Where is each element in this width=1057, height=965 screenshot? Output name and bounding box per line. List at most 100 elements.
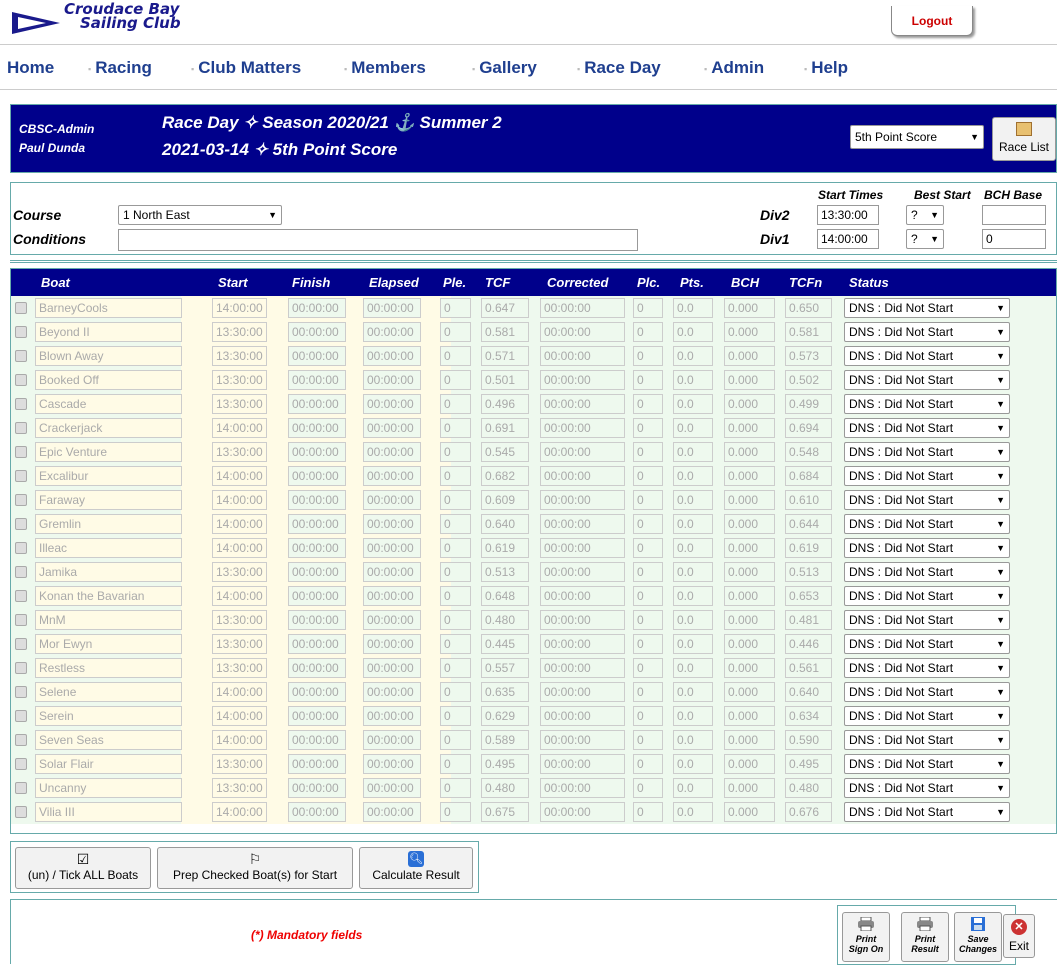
tcfn-input[interactable]: 0.495 (785, 754, 832, 774)
tcf-input[interactable]: 0.501 (481, 370, 529, 390)
bch-input[interactable]: 0.000 (724, 418, 775, 438)
finish-time-input[interactable]: 00:00:00 (288, 802, 346, 822)
start-time-input[interactable]: 13:30:00 (212, 370, 267, 390)
place-corrected-input[interactable]: 0 (633, 562, 663, 582)
tcf-input[interactable]: 0.635 (481, 682, 529, 702)
tcf-input[interactable]: 0.589 (481, 730, 529, 750)
points-input[interactable]: 0.0 (673, 802, 713, 822)
status-select[interactable]: DNS : Did Not Start ▼ (844, 322, 1010, 342)
tcfn-input[interactable]: 0.619 (785, 538, 832, 558)
points-input[interactable]: 0.0 (673, 322, 713, 342)
place-elapsed-input[interactable]: 0 (440, 370, 471, 390)
course-select[interactable]: 1 North East ▼ (118, 205, 282, 225)
tcfn-input[interactable]: 0.694 (785, 418, 832, 438)
finish-time-input[interactable]: 00:00:00 (288, 610, 346, 630)
boat-checkbox[interactable] (15, 734, 27, 746)
tcf-input[interactable]: 0.675 (481, 802, 529, 822)
tcf-input[interactable]: 0.629 (481, 706, 529, 726)
tcfn-input[interactable]: 0.640 (785, 682, 832, 702)
start-time-input[interactable]: 14:00:00 (212, 514, 267, 534)
status-select[interactable]: DNS : Did Not Start ▼ (844, 538, 1010, 558)
boat-name-input[interactable]: Gremlin (35, 514, 182, 534)
start-time-input[interactable]: 13:30:00 (212, 394, 267, 414)
elapsed-time-input[interactable]: 00:00:00 (363, 346, 421, 366)
tcfn-input[interactable]: 0.499 (785, 394, 832, 414)
tcf-input[interactable]: 0.682 (481, 466, 529, 486)
div2-best-start-select[interactable]: ? ▼ (906, 205, 944, 225)
points-input[interactable]: 0.0 (673, 634, 713, 654)
corrected-time-input[interactable]: 00:00:00 (540, 730, 625, 750)
prep-start-button[interactable]: ⚐ Prep Checked Boat(s) for Start (157, 847, 353, 889)
bch-input[interactable]: 0.000 (724, 298, 775, 318)
bch-input[interactable]: 0.000 (724, 442, 775, 462)
tcfn-input[interactable]: 0.644 (785, 514, 832, 534)
place-corrected-input[interactable]: 0 (633, 634, 663, 654)
tcf-input[interactable]: 0.640 (481, 514, 529, 534)
boat-name-input[interactable]: Jamika (35, 562, 182, 582)
finish-time-input[interactable]: 00:00:00 (288, 490, 346, 510)
boat-checkbox[interactable] (15, 494, 27, 506)
points-input[interactable]: 0.0 (673, 562, 713, 582)
boat-checkbox[interactable] (15, 614, 27, 626)
boat-name-input[interactable]: Solar Flair (35, 754, 182, 774)
nav-members[interactable]: ▪ Members (344, 58, 426, 78)
start-time-input[interactable]: 14:00:00 (212, 802, 267, 822)
place-elapsed-input[interactable]: 0 (440, 538, 471, 558)
boat-checkbox[interactable] (15, 350, 27, 362)
tcf-input[interactable]: 0.647 (481, 298, 529, 318)
place-elapsed-input[interactable]: 0 (440, 778, 471, 798)
start-time-input[interactable]: 14:00:00 (212, 466, 267, 486)
tcf-input[interactable]: 0.581 (481, 322, 529, 342)
elapsed-time-input[interactable]: 00:00:00 (363, 538, 421, 558)
place-corrected-input[interactable]: 0 (633, 730, 663, 750)
status-select[interactable]: DNS : Did Not Start ▼ (844, 442, 1010, 462)
points-input[interactable]: 0.0 (673, 586, 713, 606)
boat-name-input[interactable]: MnM (35, 610, 182, 630)
corrected-time-input[interactable]: 00:00:00 (540, 658, 625, 678)
finish-time-input[interactable]: 00:00:00 (288, 466, 346, 486)
tcfn-input[interactable]: 0.446 (785, 634, 832, 654)
start-time-input[interactable]: 13:30:00 (212, 658, 267, 678)
bch-input[interactable]: 0.000 (724, 658, 775, 678)
tcfn-input[interactable]: 0.610 (785, 490, 832, 510)
place-elapsed-input[interactable]: 0 (440, 322, 471, 342)
start-time-input[interactable]: 14:00:00 (212, 586, 267, 606)
tcf-input[interactable]: 0.545 (481, 442, 529, 462)
boat-name-input[interactable]: Vilia III (35, 802, 182, 822)
tcfn-input[interactable]: 0.684 (785, 466, 832, 486)
boat-checkbox[interactable] (15, 662, 27, 674)
tcfn-input[interactable]: 0.502 (785, 370, 832, 390)
corrected-time-input[interactable]: 00:00:00 (540, 706, 625, 726)
place-corrected-input[interactable]: 0 (633, 514, 663, 534)
save-changes-button[interactable]: Save Changes (954, 912, 1002, 962)
nav-gallery[interactable]: ▪ Gallery (472, 58, 537, 78)
place-corrected-input[interactable]: 0 (633, 490, 663, 510)
corrected-time-input[interactable]: 00:00:00 (540, 442, 625, 462)
bch-input[interactable]: 0.000 (724, 490, 775, 510)
status-select[interactable]: DNS : Did Not Start ▼ (844, 370, 1010, 390)
tcf-input[interactable]: 0.445 (481, 634, 529, 654)
points-input[interactable]: 0.0 (673, 514, 713, 534)
start-time-input[interactable]: 13:30:00 (212, 346, 267, 366)
elapsed-time-input[interactable]: 00:00:00 (363, 730, 421, 750)
status-select[interactable]: DNS : Did Not Start ▼ (844, 298, 1010, 318)
corrected-time-input[interactable]: 00:00:00 (540, 322, 625, 342)
tcfn-input[interactable]: 0.653 (785, 586, 832, 606)
points-input[interactable]: 0.0 (673, 442, 713, 462)
print-result-button[interactable]: Print Result (901, 912, 949, 962)
tcf-input[interactable]: 0.496 (481, 394, 529, 414)
div1-start-input[interactable]: 14:00:00 (817, 229, 879, 249)
place-corrected-input[interactable]: 0 (633, 586, 663, 606)
place-elapsed-input[interactable]: 0 (440, 514, 471, 534)
elapsed-time-input[interactable]: 00:00:00 (363, 658, 421, 678)
boat-checkbox[interactable] (15, 374, 27, 386)
nav-racing[interactable]: ▪ Racing (88, 58, 152, 78)
tcfn-input[interactable]: 0.590 (785, 730, 832, 750)
place-corrected-input[interactable]: 0 (633, 346, 663, 366)
div2-bch-base-input[interactable] (982, 205, 1046, 225)
place-corrected-input[interactable]: 0 (633, 754, 663, 774)
boat-checkbox[interactable] (15, 326, 27, 338)
corrected-time-input[interactable]: 00:00:00 (540, 586, 625, 606)
tcfn-input[interactable]: 0.513 (785, 562, 832, 582)
boat-checkbox[interactable] (15, 470, 27, 482)
